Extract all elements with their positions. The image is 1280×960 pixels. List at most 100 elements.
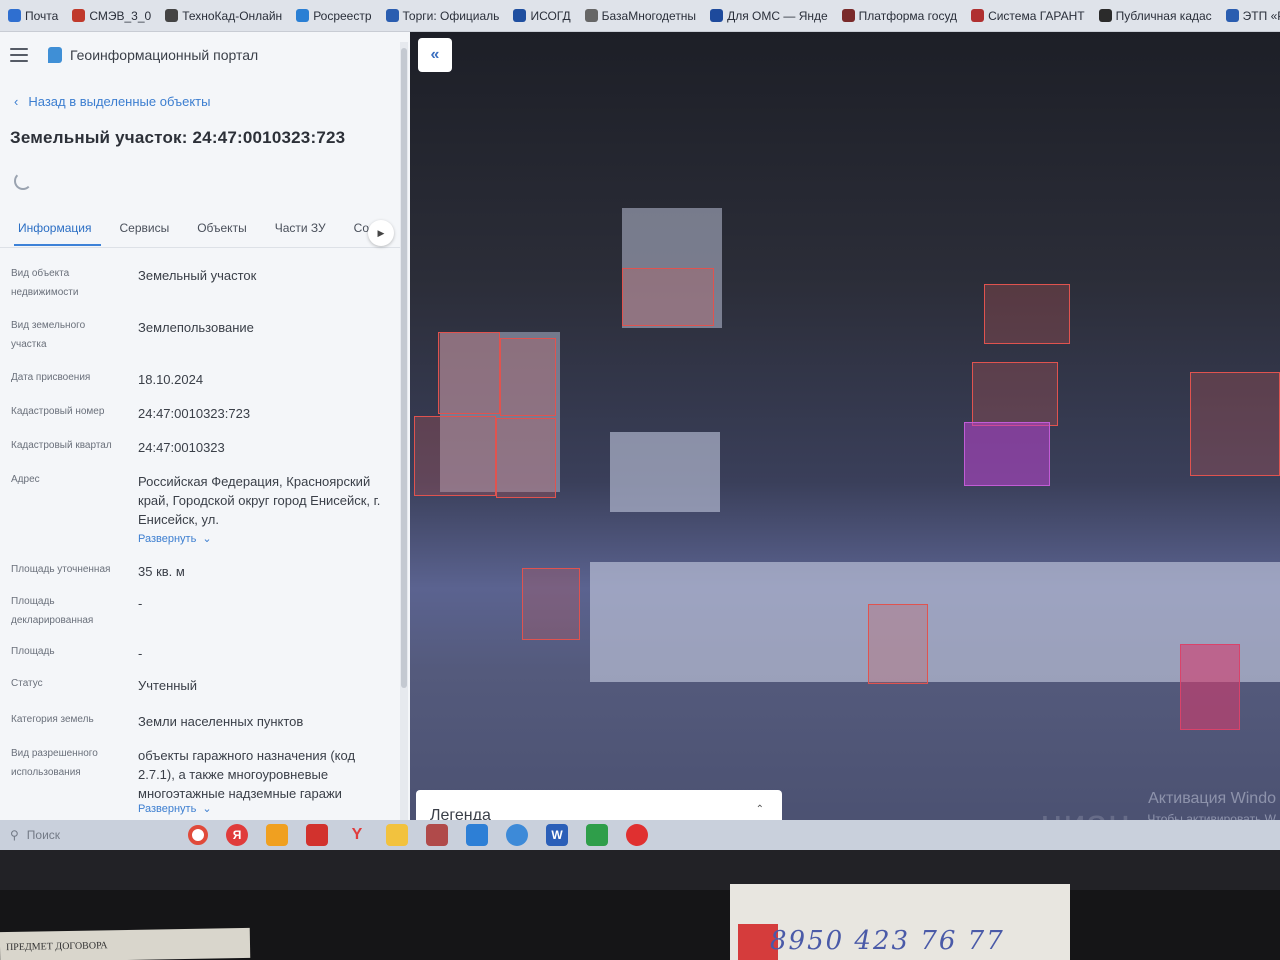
bookmark-favicon-icon xyxy=(1098,9,1112,22)
app-icon[interactable] xyxy=(426,824,448,846)
attribute-label: Вид земельного участка xyxy=(11,320,86,350)
attribute-label: Площадь декларированная xyxy=(11,596,94,626)
bookmark-item[interactable]: ТехноКад-Онлайн xyxy=(165,9,282,23)
app-icon[interactable] xyxy=(626,824,648,846)
portal-title: Геоинформационный портал xyxy=(70,47,259,63)
attribute-value: 24:47:0010323 xyxy=(138,440,225,455)
selected-parcel[interactable] xyxy=(964,422,1050,486)
bookmark-label: СМЭВ_3_0 xyxy=(89,8,152,23)
bookmark-favicon-icon xyxy=(971,9,985,22)
parcel-outline[interactable] xyxy=(984,284,1070,344)
expand-link[interactable]: Развернуть ⌄ xyxy=(138,532,212,546)
bookmark-favicon-icon xyxy=(8,9,21,22)
bookmark-favicon-icon xyxy=(710,9,724,22)
yandex-browser-icon[interactable]: Y xyxy=(346,824,368,846)
tab-2[interactable]: Объекты xyxy=(193,212,257,246)
bookmark-item[interactable]: Система ГАРАНТ xyxy=(971,9,1085,23)
attribute-value: Российская Федерация, Красноярский край,… xyxy=(138,474,381,527)
parcel-outline[interactable] xyxy=(496,418,556,498)
collapse-panel-button[interactable]: « xyxy=(418,38,452,72)
browser-icon[interactable] xyxy=(506,824,528,846)
parcel-outline[interactable] xyxy=(972,362,1058,426)
bookmark-favicon-icon xyxy=(165,9,179,22)
attribute-label: Статус xyxy=(11,678,43,689)
panel-header: Геоинформационный портал xyxy=(0,32,400,78)
app-icon[interactable] xyxy=(586,824,608,846)
bookmark-item[interactable]: Публичная кадас xyxy=(1098,9,1212,23)
tab-scroll-right-button[interactable]: ▶ xyxy=(368,220,394,246)
attribute-label: Площадь xyxy=(11,646,55,657)
parcel-outline[interactable] xyxy=(522,568,580,640)
attribute-label: Площадь уточненная xyxy=(11,564,111,575)
briefcase-icon[interactable] xyxy=(466,824,488,846)
bookmark-label: Почта xyxy=(25,8,59,23)
attribute-value: Учтенный xyxy=(138,678,198,693)
parcel-outline[interactable] xyxy=(500,338,556,416)
screen: Почта СМЭВ_3_0 ТехноКад-Онлайн Росреестр Тор… xyxy=(0,0,1280,960)
taskbar: ⚲ Поиск Я Y W xyxy=(0,820,1280,850)
bookmark-item[interactable]: СМЭВ_3_0 xyxy=(72,9,151,23)
monitor-bezel xyxy=(0,850,1280,890)
bookmarks-bar: Почта СМЭВ_3_0 ТехноКад-Онлайн Росреестр Тор… xyxy=(0,0,1280,32)
attribute-label: Вид объекта недвижимости xyxy=(11,268,79,298)
bookmark-label: ИСОГД xyxy=(530,8,571,23)
bookmark-item[interactable]: Почта xyxy=(8,9,58,23)
bookmark-item[interactable]: ЭТП «Росэлторг» xyxy=(1225,9,1280,23)
chevron-left-icon: ‹ xyxy=(14,94,19,109)
parcel-outline[interactable] xyxy=(622,268,714,326)
search-placeholder: Поиск xyxy=(26,828,61,842)
paper-document: ПРЕДМЕТ ДОГОВОРА xyxy=(0,927,251,960)
back-link-label: Назад в выделенные объекты xyxy=(28,94,211,109)
bookmark-label: ТехноКад-Онлайн xyxy=(182,8,283,23)
parcel-outline[interactable] xyxy=(1190,372,1280,476)
bookmark-favicon-icon xyxy=(296,9,310,22)
handwritten-number: 8950 423 76 77 xyxy=(770,926,1005,956)
bookmark-item[interactable]: Росреестр xyxy=(296,8,372,23)
double-chevron-left-icon: « xyxy=(430,46,440,63)
parcel-outline[interactable] xyxy=(1180,644,1240,730)
bookmark-item[interactable]: ИСОГД xyxy=(513,8,571,23)
tab-0[interactable]: Информация xyxy=(14,212,102,246)
bookmark-label: Торги: Официаль xyxy=(402,8,500,23)
tab-3[interactable]: Части ЗУ xyxy=(271,212,336,246)
bookmark-item[interactable]: Торги: Официаль xyxy=(385,8,500,23)
attribute-value: 35 кв. м xyxy=(138,564,185,579)
bookmark-label: БазаМногодетны xyxy=(601,8,697,23)
menu-icon[interactable] xyxy=(10,48,28,62)
app-icon[interactable] xyxy=(266,824,288,846)
arrow-right-icon: ▶ xyxy=(377,227,385,238)
parcel-outline[interactable] xyxy=(414,416,496,496)
chevron-down-icon: ⌄ xyxy=(202,803,212,815)
panel-scrollbar[interactable] xyxy=(400,42,408,828)
chrome-icon[interactable] xyxy=(188,825,208,845)
pdf-reader-icon[interactable] xyxy=(306,824,328,846)
map-view[interactable]: « Легенда ⌃⌄ Активация Windo Чтобы актив… xyxy=(410,32,1280,850)
bookmark-favicon-icon xyxy=(841,9,855,22)
back-link[interactable]: ‹ Назад в выделенные объекты xyxy=(14,94,210,109)
attribute-value: Землепользование xyxy=(138,320,254,335)
info-panel: Геоинформационный портал ‹ Назад в выдел… xyxy=(0,32,410,850)
garage-row xyxy=(590,562,1280,682)
expand-link[interactable]: Развернуть ⌄ xyxy=(138,802,212,816)
bookmark-item[interactable]: БазаМногодетны xyxy=(584,8,697,23)
attribute-value: Земельный участок xyxy=(138,268,257,283)
bookmark-item[interactable]: Для ОМС — Янде xyxy=(710,9,828,23)
word-icon[interactable]: W xyxy=(546,824,568,846)
scrollbar-thumb[interactable] xyxy=(401,48,407,688)
expand-link-label: Развернуть xyxy=(138,802,197,815)
bookmark-label: Росреестр xyxy=(313,8,372,23)
bookmark-favicon-icon xyxy=(385,9,399,22)
attribute-label: Вид разрешенного использования xyxy=(11,748,98,778)
parcel-outline[interactable] xyxy=(438,332,500,414)
file-explorer-icon[interactable] xyxy=(386,824,408,846)
tab-1[interactable]: Сервисы xyxy=(115,212,179,246)
bookmark-label: Система ГАРАНТ xyxy=(988,8,1085,23)
yandex-icon[interactable]: Я xyxy=(226,824,248,846)
tab-bar: ИнформацияСервисыОбъектыЧасти ЗУСоста xyxy=(0,212,400,248)
parcel-outline[interactable] xyxy=(868,604,928,684)
taskbar-search[interactable]: ⚲ Поиск xyxy=(0,828,170,842)
bookmark-item[interactable]: Платформа госуд xyxy=(841,9,957,23)
attribute-label: Категория земель xyxy=(11,714,94,725)
chevron-down-icon: ⌄ xyxy=(202,533,212,545)
search-icon: ⚲ xyxy=(10,828,19,842)
